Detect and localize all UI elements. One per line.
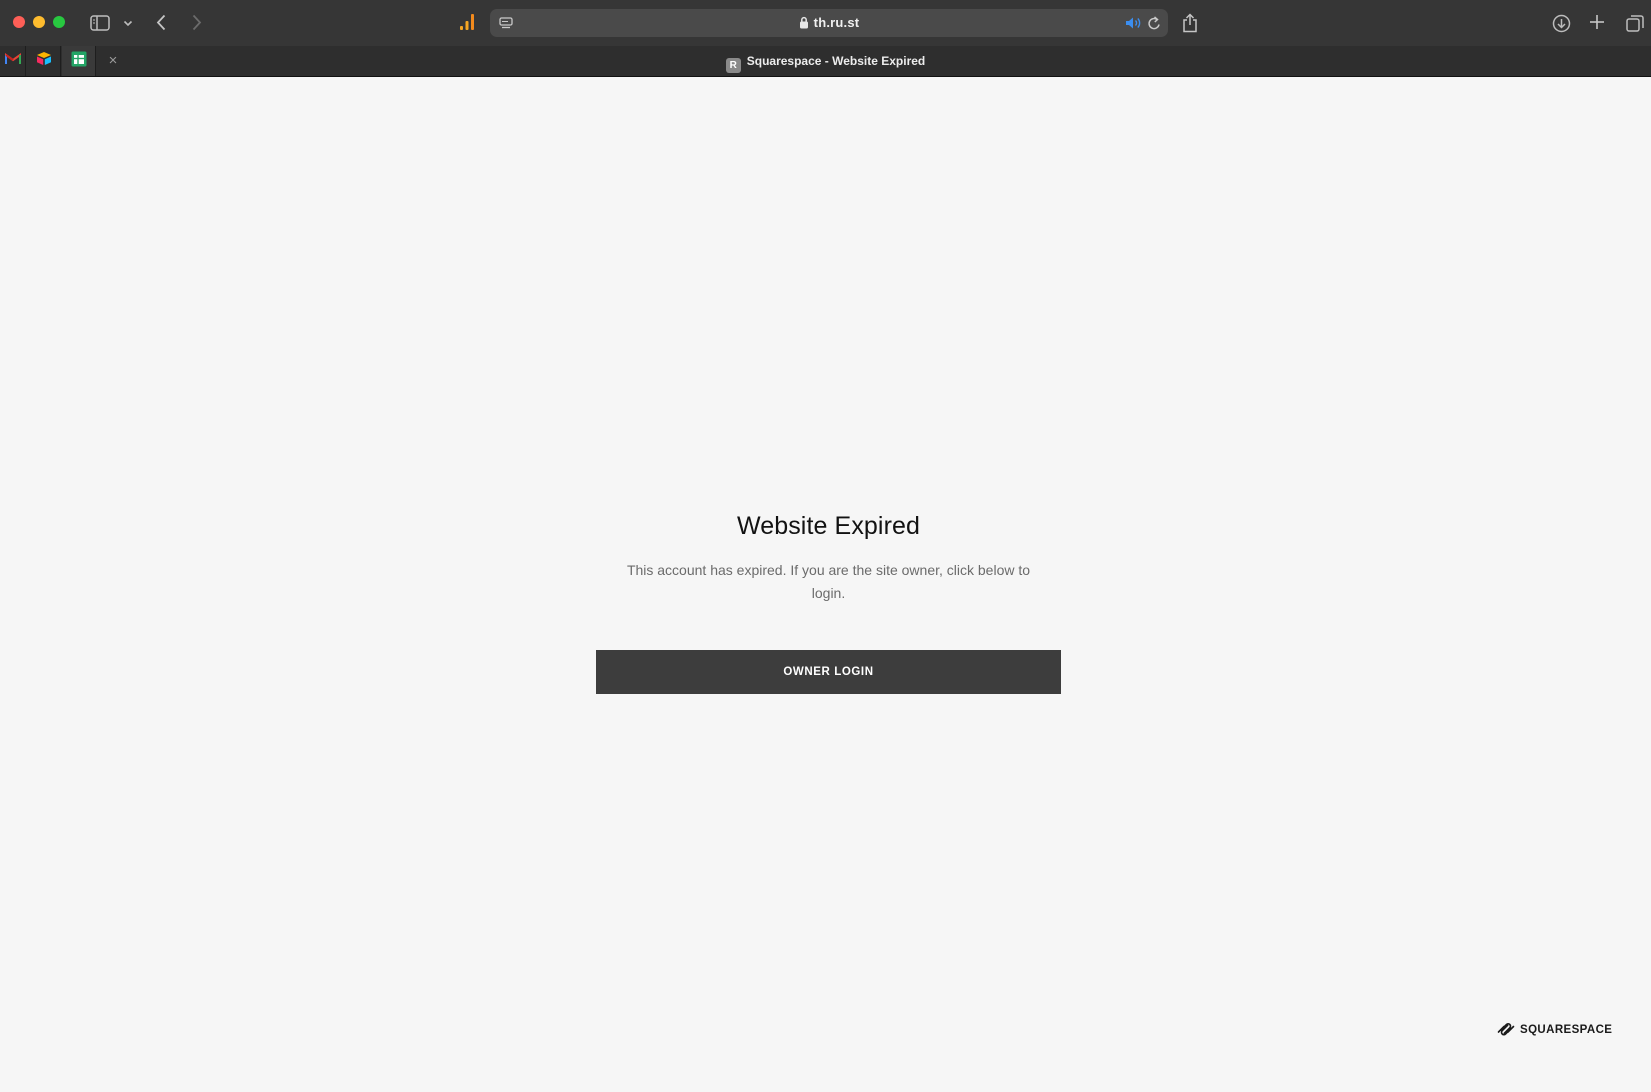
squarespace-logo[interactable]: SQUARESPACE bbox=[1497, 1022, 1612, 1037]
sidebar-icon[interactable] bbox=[90, 14, 110, 31]
lock-icon bbox=[799, 16, 809, 32]
address-text[interactable]: th.ru.st bbox=[490, 15, 1168, 32]
tab-bar: × R Squarespace - Website Expired bbox=[0, 46, 1651, 77]
address-bar[interactable]: th.ru.st bbox=[490, 9, 1168, 37]
tab-overview-icon[interactable] bbox=[1625, 13, 1645, 33]
window-maximize-button[interactable] bbox=[53, 16, 65, 28]
back-icon[interactable] bbox=[154, 13, 168, 32]
new-tab-icon[interactable] bbox=[1588, 13, 1606, 31]
active-tab-title: Squarespace - Website Expired bbox=[746, 54, 926, 68]
window-close-button[interactable] bbox=[13, 16, 25, 28]
expired-message: This account has expired. If you are the… bbox=[626, 562, 1031, 601]
share-icon[interactable] bbox=[1181, 12, 1199, 33]
stats-icon[interactable] bbox=[458, 13, 476, 31]
window-minimize-button[interactable] bbox=[33, 16, 45, 28]
owner-login-button[interactable]: OWNER LOGIN bbox=[596, 650, 1061, 694]
squarespace-icon bbox=[1497, 1023, 1515, 1036]
download-icon[interactable] bbox=[1551, 13, 1571, 33]
brand-text: SQUARESPACE bbox=[1520, 1023, 1613, 1036]
page-title: Website Expired bbox=[736, 512, 921, 540]
page-content: Website Expired This account has expired… bbox=[0, 77, 1651, 1092]
url-text: th.ru.st bbox=[813, 15, 860, 30]
active-tab[interactable]: R Squarespace - Website Expired bbox=[0, 54, 1651, 73]
expired-notice: Website Expired This account has expired… bbox=[596, 512, 1061, 694]
chevron-down-icon[interactable] bbox=[122, 18, 134, 28]
site-favicon-icon: R bbox=[725, 58, 741, 73]
forward-icon[interactable] bbox=[190, 13, 204, 32]
reload-icon[interactable] bbox=[1146, 15, 1162, 31]
audio-icon[interactable] bbox=[1124, 15, 1142, 31]
browser-toolbar: th.ru.st bbox=[0, 0, 1651, 46]
